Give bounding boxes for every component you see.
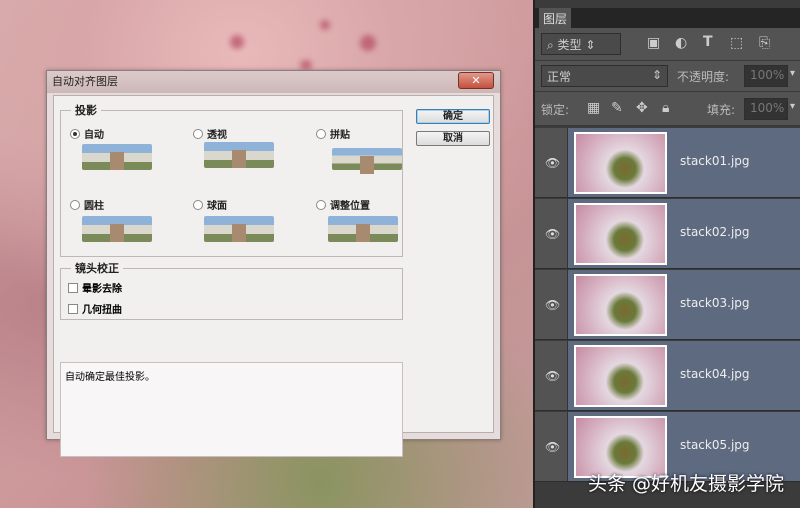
lock-position-move-icon[interactable]: ✥ <box>636 100 648 116</box>
visibility-eye-icon[interactable]: 👁︎ <box>545 298 560 312</box>
reposition-preview-image[interactable] <box>328 216 398 242</box>
radio-spherical[interactable]: 球面 <box>193 197 227 212</box>
shape-filter-icon[interactable]: ⬚ <box>730 35 743 51</box>
layers-panel: 图层 ⌕ 类型 ⇕ ▣ ◐ T ⬚ ⎘ 正常 ⇕ 不透明度: 100% ▾ 锁定:… <box>533 0 800 508</box>
projection-legend: 投影 <box>75 104 97 117</box>
fill-label: 填充: <box>707 103 736 117</box>
radio-auto[interactable]: 自动 <box>70 126 104 141</box>
radio-perspective[interactable]: 透视 <box>193 126 227 141</box>
radio-collage[interactable]: 拼贴 <box>316 126 350 141</box>
layer-name: stack01.jpg <box>680 154 750 168</box>
lens-legend: 镜头校正 <box>75 262 119 275</box>
layer-name: stack04.jpg <box>680 367 750 381</box>
layer-thumbnail <box>574 203 667 265</box>
close-button[interactable]: ✕ <box>458 72 494 89</box>
collage-preview-image[interactable] <box>332 148 402 174</box>
watermark: 头条 @好机友摄影学院 <box>587 473 784 495</box>
visibility-eye-icon[interactable]: 👁︎ <box>545 440 560 454</box>
spherical-preview-image[interactable] <box>204 216 274 242</box>
radio-cylindrical[interactable]: 圆柱 <box>70 197 104 212</box>
layer-thumbnail <box>574 132 667 194</box>
auto-align-layers-dialog: 自动对齐图层 ✕ 投影 自动 透视 拼贴 圆柱 球面 调整位置 镜头校正 晕影去… <box>46 70 501 457</box>
image-filter-icon[interactable]: ▣ <box>647 35 660 51</box>
opacity-label: 不透明度: <box>677 70 730 84</box>
visibility-eye-icon[interactable]: 👁︎ <box>545 156 560 170</box>
filter-kind-select[interactable]: ⌕ 类型 ⇕ <box>541 33 621 55</box>
layer-row[interactable]: 👁︎ stack01.jpg <box>535 128 800 198</box>
layer-name: stack05.jpg <box>680 438 750 452</box>
auto-preview-image[interactable] <box>82 144 152 170</box>
lock-image-pixels-brush-icon[interactable]: ✎ <box>611 100 623 116</box>
lock-transparent-pixels-icon[interactable]: ▦ <box>587 100 600 116</box>
layer-row[interactable]: 👁︎ stack04.jpg <box>535 341 800 411</box>
cylindrical-preview-image[interactable] <box>82 216 152 242</box>
cancel-button[interactable]: 取消 <box>416 131 490 146</box>
lock-label: 锁定: <box>541 103 570 117</box>
geometric-distortion-checkbox[interactable]: 几何扭曲 <box>68 301 122 316</box>
perspective-preview-image[interactable] <box>204 142 274 168</box>
layer-name: stack02.jpg <box>680 225 750 239</box>
ok-button[interactable]: 确定 <box>416 109 490 124</box>
layer-row[interactable]: 👁︎ stack03.jpg <box>535 270 800 340</box>
tab-layers[interactable]: 图层 <box>539 8 572 28</box>
dialog-title: 自动对齐图层 <box>47 71 500 93</box>
layer-thumbnail <box>574 345 667 407</box>
vignette-removal-checkbox[interactable]: 晕影去除 <box>68 280 122 295</box>
fill-input[interactable]: 100% <box>744 98 788 120</box>
lock-all-padlock-icon[interactable]: 🔒︎ <box>662 100 669 116</box>
layer-thumbnail <box>574 274 667 336</box>
fill-dropdown-icon[interactable]: ▾ <box>790 101 795 112</box>
opacity-dropdown-icon[interactable]: ▾ <box>790 68 795 79</box>
layer-name: stack03.jpg <box>680 296 750 310</box>
radio-reposition[interactable]: 调整位置 <box>316 197 370 212</box>
adjustment-filter-icon[interactable]: ◐ <box>675 35 687 51</box>
visibility-eye-icon[interactable]: 👁︎ <box>545 369 560 383</box>
blend-mode-select[interactable]: 正常 ⇕ <box>541 65 668 87</box>
opacity-input[interactable]: 100% <box>744 65 788 87</box>
type-filter-icon[interactable]: T <box>703 34 713 50</box>
layer-row[interactable]: 👁︎ stack02.jpg <box>535 199 800 269</box>
smart-object-filter-icon[interactable]: ⎘ <box>759 35 770 51</box>
description-box: 自动确定最佳投影。 <box>60 362 403 457</box>
visibility-eye-icon[interactable]: 👁︎ <box>545 227 560 241</box>
